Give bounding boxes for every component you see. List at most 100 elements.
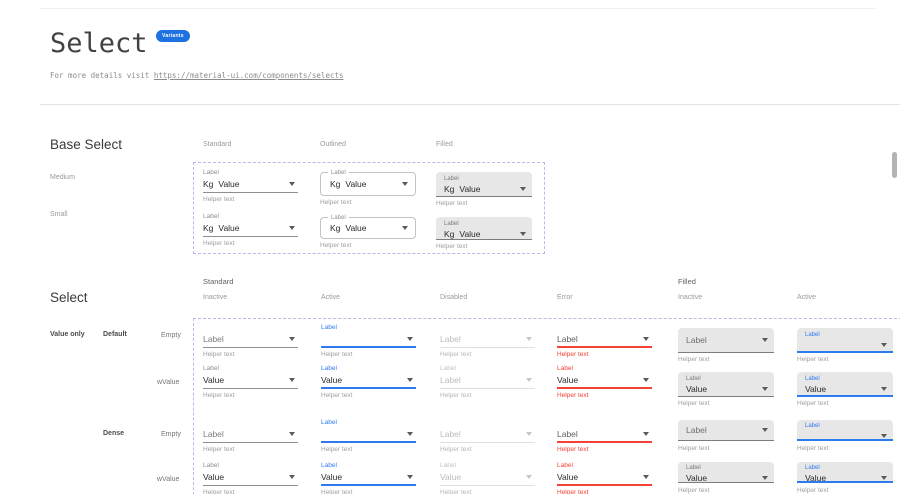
top-rule [40,8,876,9]
select-standard-error-empty[interactable]: Label Helper text [557,324,652,358]
helper-text: Helper text [321,446,416,453]
select-standard-dense-error-empty[interactable]: Label Helper text [557,419,652,453]
floating-label [203,324,298,332]
select-section-heading: Select [50,290,88,305]
select-field: Label Value [797,372,893,397]
select-filled-dense-inactive-wvalue[interactable]: Label Value Helper text [678,462,774,494]
select-field: Label [440,427,535,443]
helper-text: Helper text [320,199,416,206]
select-standard-dense-inactive-wvalue[interactable]: Label Value Helper text [203,462,298,494]
select-field: Label [203,427,298,443]
select-filled-inactive-wvalue[interactable]: Label Value Helper text [678,372,774,407]
dropdown-arrow-icon [881,476,887,480]
value-text: Value [218,223,239,233]
select-filled-dense-active-empty[interactable]: Label Helper text [797,420,893,452]
select-value-row: Value [686,472,768,484]
value-text: Value [203,472,224,482]
select-standard-dense-disabled-empty[interactable]: Label Helper text [440,419,535,453]
value-text: Value [218,179,239,189]
helper-text: Helper text [557,489,652,494]
select-standard-dense-inactive-empty[interactable]: Label Helper text [203,419,298,453]
select-standard-disabled-empty[interactable]: Label Helper text [440,324,535,358]
select-standard-error-wvalue[interactable]: Label Value Helper text [557,365,652,399]
state-header-inactive: Inactive [203,294,227,301]
select-standard-disabled-wvalue[interactable]: Label Label Helper text [440,365,535,399]
base-select-outlined-medium[interactable]: LabelKgValue Helper text [320,172,416,206]
select-field: Value [321,373,416,389]
dropdown-arrow-icon [526,432,532,436]
floating-label: Label [444,175,526,183]
helper-text: Helper text [436,200,532,207]
floating-label: Label [203,365,298,373]
select-filled-active-empty[interactable]: Label Helper text [797,328,893,363]
value-text: Value [686,384,707,394]
state-header-filled-active: Active [797,294,816,301]
value-text: Value [321,472,342,482]
base-select-standard-medium[interactable]: Label KgValue Helper text [203,169,298,203]
helper-text: Helper text [797,445,893,452]
helper-text: Helper text [678,400,774,407]
adornment-kg: Kg [203,179,213,189]
value-text: Value [345,179,366,189]
base-select-filled-small[interactable]: Label KgValue Helper text [436,217,532,250]
helper-text: Helper text [321,392,416,399]
dropdown-arrow-icon [407,432,413,436]
helper-text: Helper text [321,351,416,358]
select-standard-active-wvalue[interactable]: Label Value Helper text [321,365,416,399]
value-text: Value [321,375,342,385]
helper-text: Helper text [440,392,535,399]
row-label-default: Default [103,331,127,338]
dropdown-arrow-icon [881,343,887,347]
adornment-kg: Kg [203,223,213,233]
dropdown-arrow-icon [643,432,649,436]
column-header-filled: Filled [436,141,453,148]
helper-text: Helper text [557,446,652,453]
dropdown-arrow-icon [289,378,295,382]
state-header-error: Error [557,294,573,301]
floating-label [557,419,652,427]
helper-text: Helper text [678,487,774,494]
dropdown-arrow-icon [762,476,768,480]
scrollbar-thumb[interactable] [892,152,897,178]
base-select-outlined-small[interactable]: LabelKgValue Helper text [320,217,416,249]
select-field: Label Value [678,462,774,483]
dropdown-arrow-icon [762,428,768,432]
select-standard-inactive-wvalue[interactable]: Label Value Helper text [203,365,298,399]
select-filled-inactive-empty[interactable]: Label Helper text [678,328,774,363]
dropdown-arrow-icon [762,338,768,342]
material-ui-link[interactable]: https://material-ui.com/components/selec… [154,71,344,80]
select-field: Label [678,420,774,441]
select-standard-dense-active-wvalue[interactable]: Label Value Helper text [321,462,416,494]
select-standard-inactive-empty[interactable]: Label Helper text [203,324,298,358]
value-text: Value [686,473,707,483]
dropdown-arrow-icon [643,378,649,382]
subtitle: For more details visit https://material-… [50,71,344,80]
select-standard-dense-disabled-wvalue[interactable]: Label Value Helper text [440,462,535,494]
select-standard-active-empty[interactable]: Label Helper text [321,324,416,358]
helper-text: Helper text [797,487,893,494]
select-standard-dense-error-wvalue[interactable]: Label Value Helper text [557,462,652,494]
value-text: Label [686,425,707,435]
select-field: Label KgValue [436,172,532,197]
dropdown-arrow-icon [407,337,413,341]
subtitle-text: For more details visit [50,71,154,80]
base-select-standard-small[interactable]: Label KgValue Helper text [203,213,298,247]
select-standard-dense-active-empty[interactable]: Label Helper text [321,419,416,453]
dropdown-arrow-icon [526,337,532,341]
row-label-dense-empty: Empty [161,431,181,438]
base-select-filled-medium[interactable]: Label KgValue Helper text [436,172,532,207]
dropdown-arrow-icon [526,378,532,382]
floating-label: Label [805,375,887,383]
adornment-kg: Kg [444,184,454,194]
floating-label: Label [440,365,535,373]
floating-label: Label [203,462,298,470]
floating-label: Label [444,220,526,228]
select-filled-active-wvalue[interactable]: Label Value Helper text [797,372,893,407]
floating-label: Label [328,214,349,222]
helper-text: Helper text [203,351,298,358]
dropdown-arrow-icon [402,182,408,186]
helper-text: Helper text [203,392,298,399]
select-filled-dense-inactive-empty[interactable]: Label Helper text [678,420,774,452]
dropdown-arrow-icon [289,337,295,341]
select-filled-dense-active-wvalue[interactable]: Label Value Helper text [797,462,893,494]
